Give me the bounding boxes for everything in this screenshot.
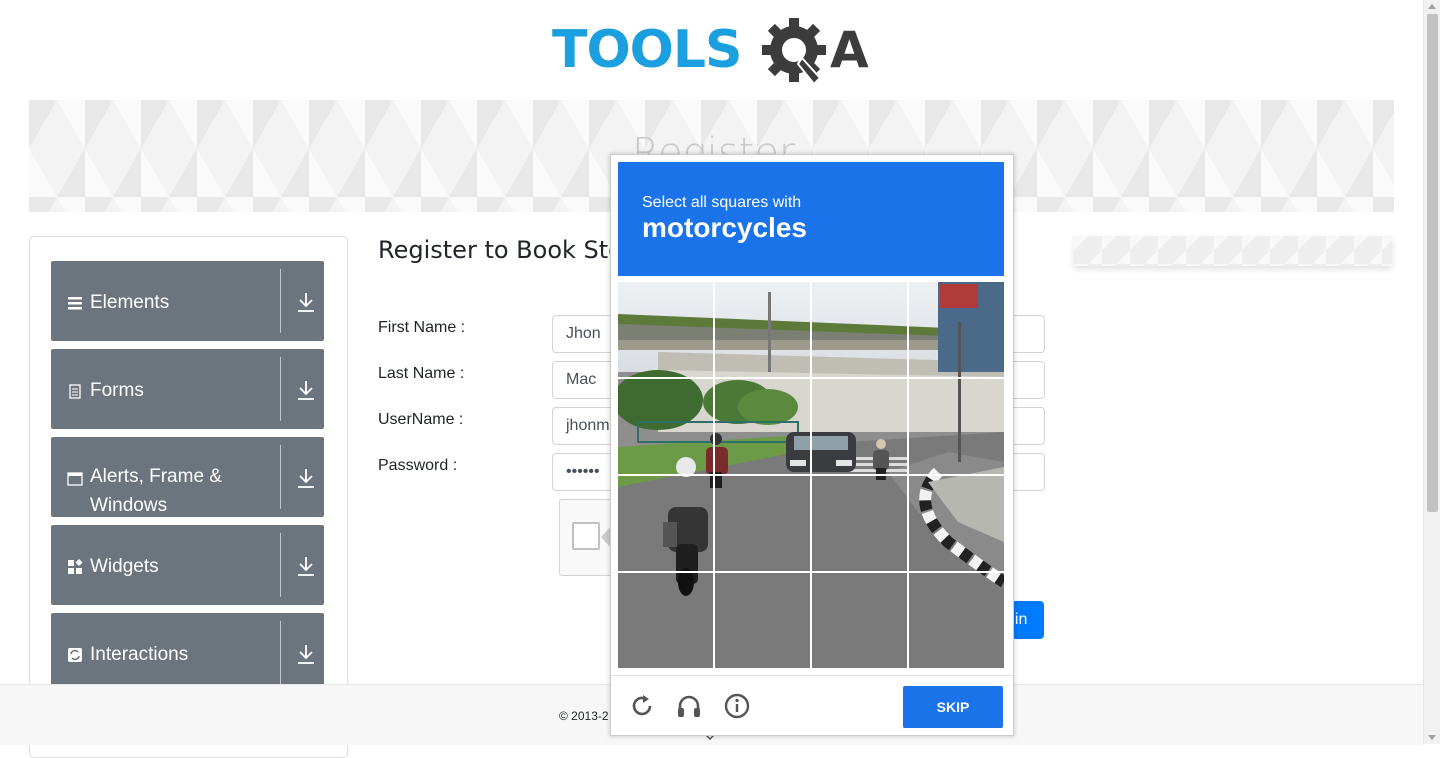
logo-suffix: A	[830, 21, 869, 79]
interactions-icon	[68, 648, 82, 662]
recaptcha-checkbox[interactable]	[572, 522, 600, 550]
scroll-thumb[interactable]	[1427, 14, 1438, 512]
sidebar-item-label: Elements	[90, 292, 170, 313]
last-name-label: Last Name :	[378, 365, 465, 382]
divider	[280, 621, 281, 685]
decorative-banner	[1074, 236, 1392, 266]
sidebar-item-alerts[interactable]: Alerts, Frame & Windows	[51, 437, 324, 517]
download-icon[interactable]	[297, 291, 315, 313]
toolsqa-logo[interactable]: TOOLS A	[552, 14, 876, 92]
window-icon	[67, 472, 83, 486]
password-value: ••••••	[566, 463, 600, 480]
sidebar-item-label: Forms	[90, 380, 144, 401]
captcha-prompt: Select all squares with	[642, 194, 802, 211]
first-name-value: Jhon	[566, 325, 601, 342]
captcha-header: Select all squares with motorcycles	[618, 162, 1004, 276]
username-value: jhonm	[566, 417, 610, 434]
sidebar-item-label: Alerts, Frame & Windows	[90, 466, 222, 516]
captcha-target: motorcycles	[642, 212, 807, 243]
sidebar-item-label: Widgets	[90, 556, 159, 577]
sidebar-item-elements[interactable]: Elements	[51, 261, 324, 341]
sidebar-item-label: Interactions	[90, 644, 189, 665]
grid-line	[618, 474, 1004, 476]
download-icon[interactable]	[297, 379, 315, 401]
grid-line	[618, 377, 1004, 379]
logo-gear-icon	[762, 18, 826, 86]
grid-line	[618, 571, 1004, 573]
scroll-up-arrow-icon[interactable]	[1428, 4, 1436, 9]
username-label: UserName :	[378, 411, 464, 428]
info-icon[interactable]	[723, 692, 751, 720]
logo-text: TOOLS	[552, 20, 742, 80]
captcha-toolbar: SKIP	[611, 675, 1013, 736]
captcha-challenge: Select all squares with motorcycles SKIP	[610, 154, 1014, 736]
page-scrollbar[interactable]	[1423, 0, 1440, 744]
divider	[280, 533, 281, 597]
headphones-icon[interactable]	[675, 692, 703, 720]
footer-copyright: © 2013-2	[559, 709, 609, 723]
sidebar-item-interactions[interactable]: Interactions	[51, 613, 324, 693]
reload-icon[interactable]	[628, 692, 656, 720]
document-icon	[69, 384, 81, 399]
download-icon[interactable]	[297, 555, 315, 577]
divider	[280, 445, 281, 509]
hamburger-icon	[68, 297, 82, 310]
sidebar-item-widgets[interactable]: Widgets	[51, 525, 324, 605]
sidebar: Elements Forms Alerts, Frame & Windows W…	[29, 236, 348, 758]
divider	[280, 269, 281, 333]
skip-button[interactable]: SKIP	[903, 686, 1003, 728]
last-name-value: Mac	[566, 371, 597, 388]
first-name-label: First Name :	[378, 319, 466, 336]
download-icon[interactable]	[297, 467, 315, 489]
form-title: Register to Book Store	[378, 236, 647, 264]
scroll-down-arrow-icon[interactable]	[1428, 735, 1436, 740]
sidebar-item-forms[interactable]: Forms	[51, 349, 324, 429]
download-icon[interactable]	[297, 643, 315, 665]
password-label: Password :	[378, 457, 458, 474]
captcha-image-grid[interactable]	[618, 282, 1004, 668]
divider	[280, 357, 281, 421]
widgets-icon	[68, 559, 83, 574]
